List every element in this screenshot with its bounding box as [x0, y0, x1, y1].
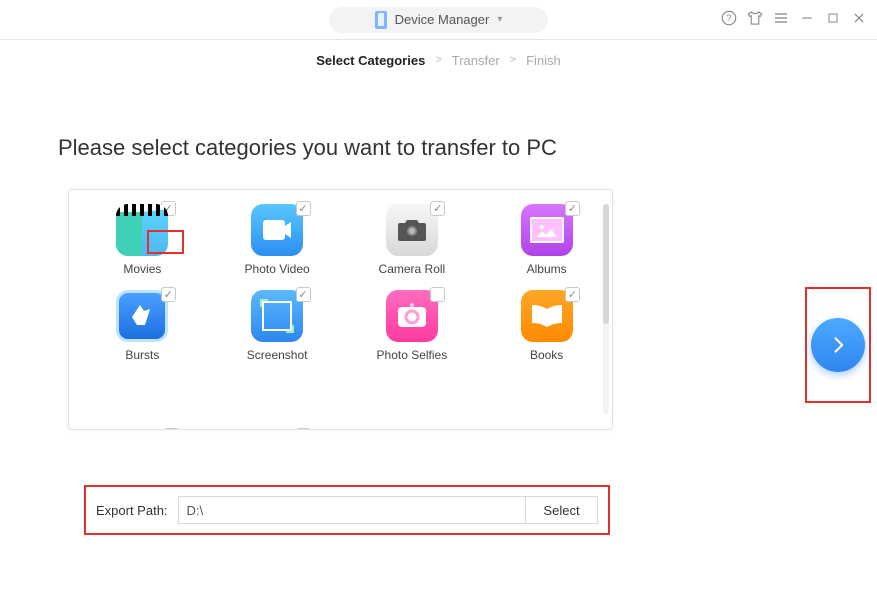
shirt-icon[interactable]	[745, 8, 765, 28]
category-label: Photo Video	[245, 262, 310, 276]
category-panel: ✓ Movies ✓ Photo Video ✓ Camera Roll ✓ A…	[68, 189, 613, 430]
category-photo-selfies[interactable]: Photo Selfies	[357, 290, 468, 362]
category-screenshot[interactable]: ✓ Screenshot	[222, 290, 333, 362]
checkbox[interactable]	[164, 428, 179, 430]
category-books[interactable]: ✓ Books	[491, 290, 602, 362]
page-title: Please select categories you want to tra…	[58, 135, 877, 161]
category-label: Photo Selfies	[377, 348, 448, 362]
category-albums[interactable]: ✓ Albums	[491, 204, 602, 276]
export-path-input[interactable]	[178, 496, 526, 524]
breadcrumb-step-3: Finish	[526, 53, 561, 68]
category-label: Movies	[123, 262, 161, 276]
chevron-right-icon: >	[510, 54, 516, 66]
category-label: Screenshot	[247, 348, 308, 362]
annotation-highlight	[805, 287, 871, 403]
maximize-button[interactable]	[823, 8, 843, 28]
checkbox[interactable]: ✓	[161, 287, 176, 302]
checkbox[interactable]	[296, 428, 311, 430]
help-icon[interactable]: ?	[719, 8, 739, 28]
next-button[interactable]	[811, 318, 865, 372]
phone-icon	[375, 11, 387, 29]
checkbox[interactable]	[430, 287, 445, 302]
chevron-down-icon: ▾	[497, 14, 502, 25]
checkbox[interactable]: ✓	[430, 201, 445, 216]
category-camera-roll[interactable]: ✓ Camera Roll	[357, 204, 468, 276]
checkbox[interactable]: ✓	[296, 287, 311, 302]
breadcrumb-step-1: Select Categories	[316, 53, 425, 68]
category-label: Books	[530, 348, 563, 362]
minimize-button[interactable]	[797, 8, 817, 28]
export-path-row: Export Path: Select	[84, 485, 610, 535]
device-selector[interactable]: Device Manager ▾	[329, 7, 549, 33]
category-label: Albums	[527, 262, 567, 276]
select-path-button[interactable]: Select	[526, 496, 598, 524]
export-path-label: Export Path:	[96, 503, 168, 518]
scrollbar-thumb[interactable]	[603, 204, 609, 324]
category-label: Bursts	[125, 348, 159, 362]
device-label: Device Manager	[395, 12, 490, 27]
close-button[interactable]	[849, 8, 869, 28]
chevron-right-icon: >	[435, 54, 441, 66]
annotation-highlight	[147, 230, 184, 254]
svg-text:?: ?	[726, 13, 731, 23]
checkbox[interactable]: ✓	[565, 201, 580, 216]
window-controls: ?	[719, 8, 869, 28]
breadcrumb: Select Categories > Transfer > Finish	[0, 40, 877, 80]
category-label: Camera Roll	[379, 262, 446, 276]
checkbox[interactable]: ✓	[565, 287, 580, 302]
menu-icon[interactable]	[771, 8, 791, 28]
breadcrumb-step-2: Transfer	[452, 53, 500, 68]
category-bursts[interactable]: ✓ Bursts	[87, 290, 198, 362]
title-bar: Device Manager ▾ ?	[0, 0, 877, 40]
chevron-right-icon	[828, 335, 848, 355]
checkbox[interactable]: ✓	[296, 201, 311, 216]
category-photo-video[interactable]: ✓ Photo Video	[222, 204, 333, 276]
